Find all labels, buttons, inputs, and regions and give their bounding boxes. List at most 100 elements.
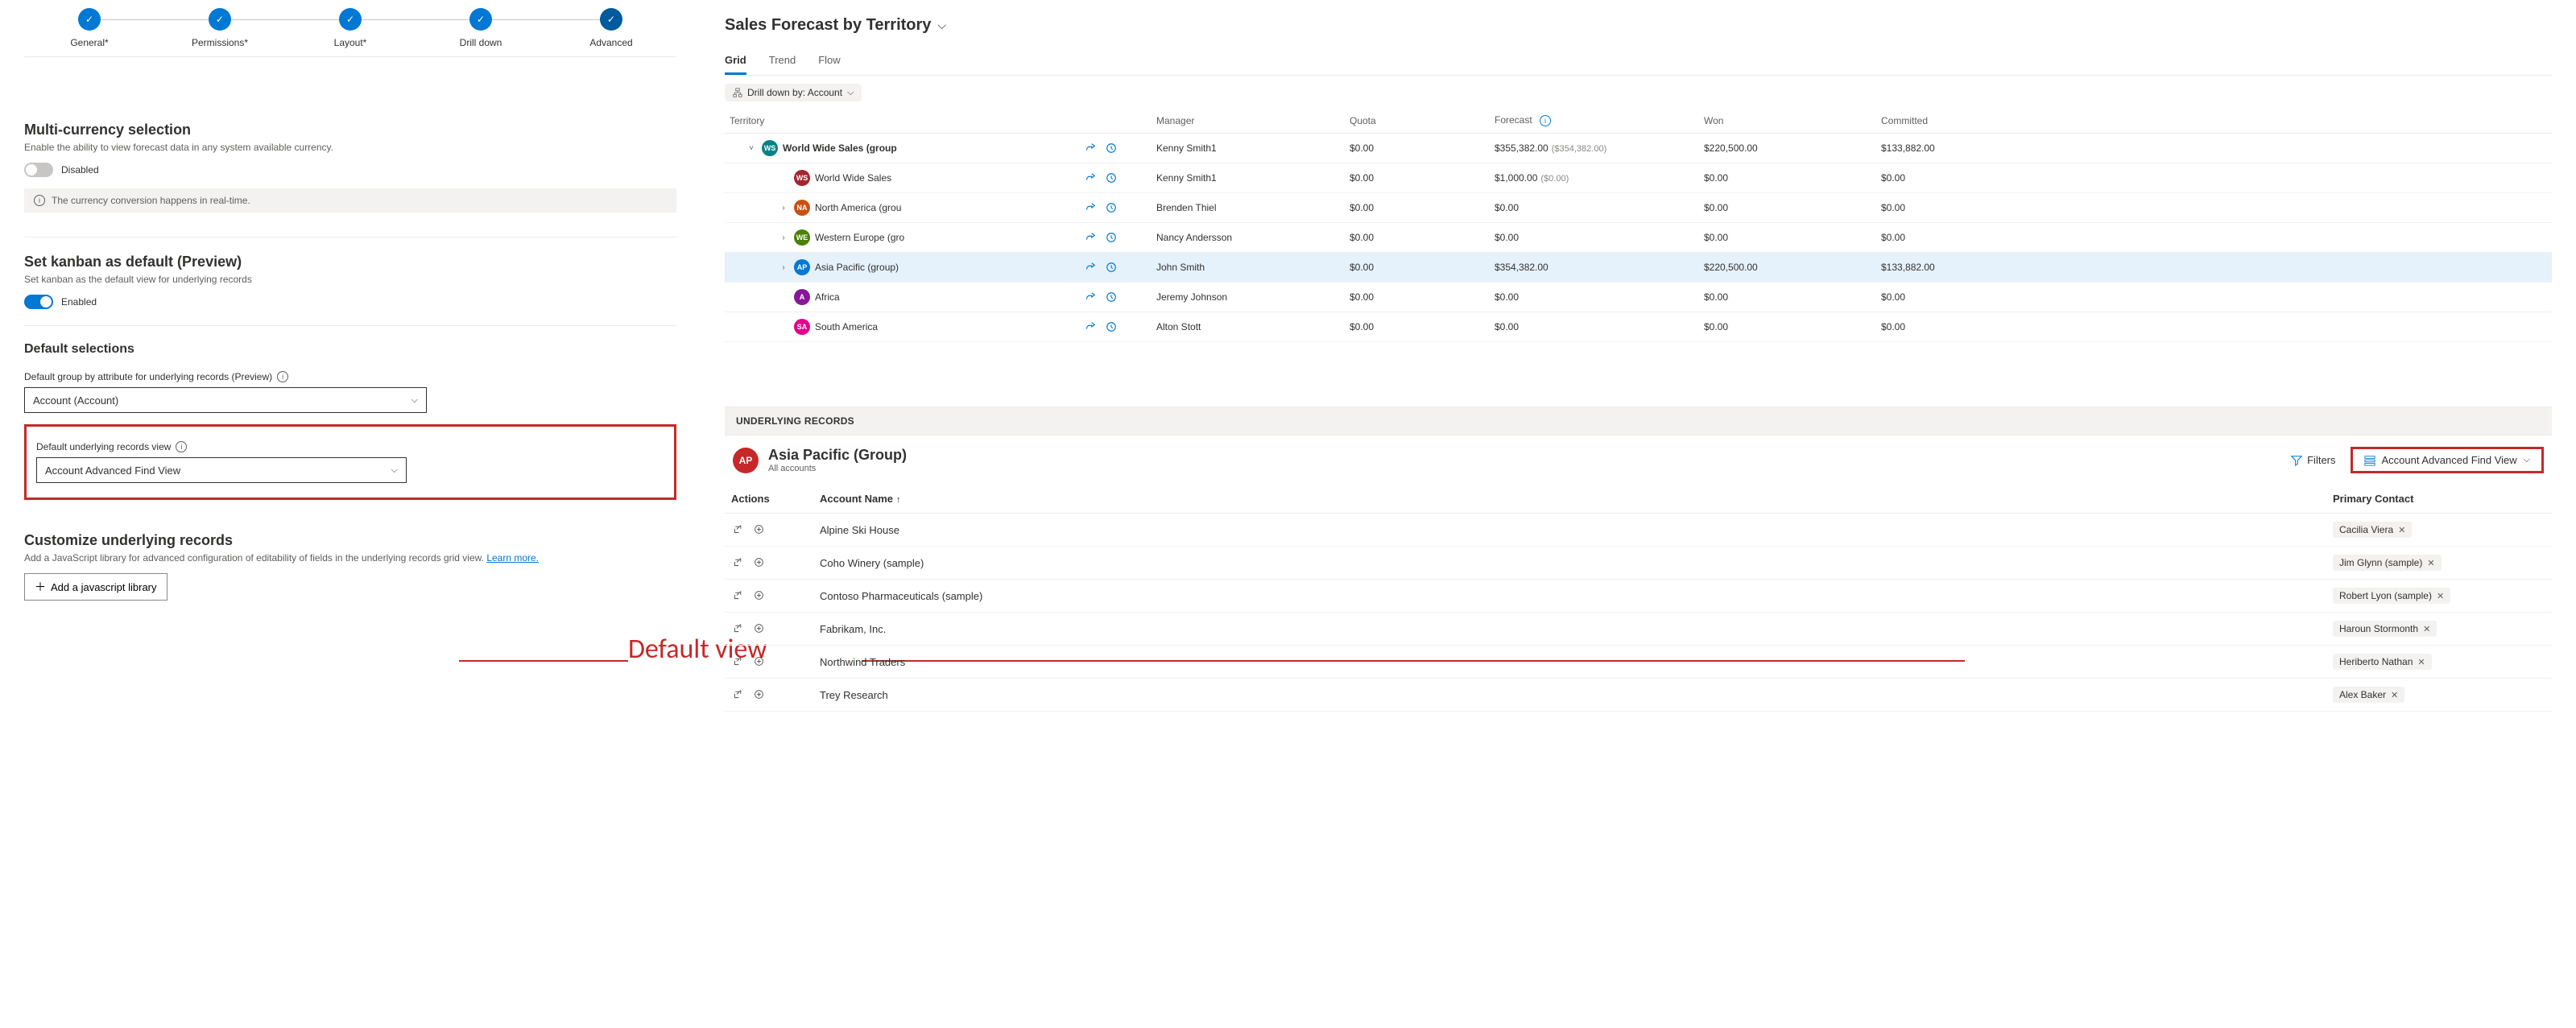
table-row[interactable]: SASouth AmericaAlton Stott$0.00$0.00$0.0… bbox=[725, 312, 2552, 342]
tab-grid[interactable]: Grid bbox=[725, 49, 746, 75]
table-row[interactable]: ›NANorth America (grouBrenden Thiel$0.00… bbox=[725, 193, 2552, 223]
add-icon[interactable] bbox=[753, 621, 766, 634]
pill-label: Drill down by: Account bbox=[747, 87, 842, 98]
table-row[interactable]: ›APAsia Pacific (group)John Smith$0.00$3… bbox=[725, 253, 2552, 283]
table-row[interactable]: ›WEWestern Europe (groNancy Andersson$0.… bbox=[725, 223, 2552, 253]
view-select-highlight[interactable]: Account Advanced Find View ⌵ bbox=[2351, 447, 2545, 473]
expand-icon[interactable]: › bbox=[778, 233, 789, 242]
open-icon[interactable] bbox=[731, 522, 744, 535]
tab-flow[interactable]: Flow bbox=[818, 49, 840, 75]
open-icon[interactable] bbox=[731, 555, 744, 568]
add-icon[interactable] bbox=[753, 555, 766, 568]
history-icon[interactable] bbox=[1105, 171, 1118, 184]
share-icon[interactable] bbox=[1084, 291, 1097, 303]
share-icon[interactable] bbox=[1084, 261, 1097, 274]
remove-icon[interactable]: ✕ bbox=[2417, 657, 2425, 667]
chevron-down-icon: ⌵ bbox=[2524, 455, 2530, 465]
chevron-down-icon: ⌵ bbox=[411, 395, 418, 406]
info-icon[interactable]: i bbox=[1540, 115, 1551, 126]
expand-icon[interactable]: ˅ bbox=[746, 144, 757, 153]
forecast-cell: $354,382.00 bbox=[1490, 253, 1699, 283]
history-icon[interactable] bbox=[1105, 261, 1118, 274]
learn-more-link[interactable]: Learn more. bbox=[486, 552, 539, 564]
step[interactable]: ✓Permissions* bbox=[155, 8, 285, 48]
info-icon[interactable]: i bbox=[277, 371, 288, 382]
table-row[interactable]: AAfricaJeremy Johnson$0.00$0.00$0.00$0.0… bbox=[725, 283, 2552, 312]
forecast-pane: Sales Forecast by Territory ⌵ GridTrendF… bbox=[701, 0, 2576, 1028]
open-icon[interactable] bbox=[731, 588, 744, 601]
forecast-cell: $0.00 bbox=[1490, 283, 1699, 312]
remove-icon[interactable]: ✕ bbox=[2427, 558, 2434, 568]
contact-chip[interactable]: Jim Glynn (sample)✕ bbox=[2333, 555, 2442, 571]
contact-chip[interactable]: Alex Baker✕ bbox=[2333, 687, 2404, 703]
records-table: Actions Account Name↑ Primary Contact Al… bbox=[725, 485, 2552, 712]
history-icon[interactable] bbox=[1105, 142, 1118, 155]
add-icon[interactable] bbox=[753, 687, 766, 700]
share-icon[interactable] bbox=[1084, 320, 1097, 333]
table-row[interactable]: Contoso Pharmaceuticals (sample)Robert L… bbox=[725, 580, 2552, 613]
step[interactable]: ✓Layout* bbox=[285, 8, 416, 48]
default-view-select[interactable]: Account Advanced Find View ⌵ bbox=[36, 457, 407, 483]
table-row[interactable]: Alpine Ski HouseCacilia Viera✕ bbox=[725, 514, 2552, 547]
info-icon[interactable]: i bbox=[176, 441, 187, 452]
committed-cell: $0.00 bbox=[1876, 163, 2552, 193]
chevron-down-icon: ⌵ bbox=[847, 88, 854, 98]
share-icon[interactable] bbox=[1084, 171, 1097, 184]
avatar: WS bbox=[762, 140, 778, 156]
col-account[interactable]: Account Name↑ bbox=[813, 485, 2326, 514]
remove-icon[interactable]: ✕ bbox=[2437, 591, 2444, 601]
share-icon[interactable] bbox=[1084, 231, 1097, 244]
step[interactable]: ✓Advanced bbox=[546, 8, 676, 48]
table-row[interactable]: WSWorld Wide SalesKenny Smith1$0.00$1,00… bbox=[725, 163, 2552, 193]
sort-up-icon: ↑ bbox=[896, 495, 901, 505]
drilldown-pill[interactable]: Drill down by: Account ⌵ bbox=[725, 84, 862, 101]
remove-icon[interactable]: ✕ bbox=[2423, 624, 2430, 634]
list-icon bbox=[2364, 455, 2375, 466]
share-icon[interactable] bbox=[1084, 142, 1097, 155]
history-icon[interactable] bbox=[1105, 291, 1118, 303]
history-icon[interactable] bbox=[1105, 320, 1118, 333]
open-icon[interactable] bbox=[731, 654, 744, 667]
contact-chip[interactable]: Cacilia Viera✕ bbox=[2333, 522, 2412, 538]
table-row[interactable]: ˅WSWorld Wide Sales (groupKenny Smith1$0… bbox=[725, 134, 2552, 163]
add-icon[interactable] bbox=[753, 522, 766, 535]
remove-icon[interactable]: ✕ bbox=[2391, 690, 2398, 700]
table-row[interactable]: Northwind Traders Heriberto Nathan✕ bbox=[725, 646, 2552, 679]
open-icon[interactable] bbox=[731, 687, 744, 700]
step[interactable]: ✓General* bbox=[24, 8, 155, 48]
chevron-down-icon[interactable]: ⌵ bbox=[937, 19, 946, 32]
table-row[interactable]: Fabrikam, Inc.Haroun Stormonth✕ bbox=[725, 613, 2552, 646]
groupby-select[interactable]: Account (Account) ⌵ bbox=[24, 387, 427, 413]
add-icon[interactable] bbox=[753, 588, 766, 601]
check-icon: ✓ bbox=[477, 14, 485, 25]
filters-button[interactable]: Filters bbox=[2291, 454, 2335, 466]
contact-chip[interactable]: Haroun Stormonth✕ bbox=[2333, 621, 2437, 637]
history-icon[interactable] bbox=[1105, 201, 1118, 214]
manager-cell: Nancy Andersson bbox=[1152, 223, 1345, 253]
contact-chip[interactable]: Heriberto Nathan✕ bbox=[2333, 654, 2432, 670]
contact-chip[interactable]: Robert Lyon (sample)✕ bbox=[2333, 588, 2450, 604]
annotation-line bbox=[459, 660, 628, 662]
step[interactable]: ✓Drill down bbox=[416, 8, 546, 48]
settings-pane: ✓General*✓Permissions*✓Layout*✓Drill dow… bbox=[0, 0, 701, 1028]
chevron-down-icon: ⌵ bbox=[391, 465, 398, 476]
share-icon[interactable] bbox=[1084, 201, 1097, 214]
add-js-library-button[interactable]: ＋ Add a javascript library bbox=[24, 573, 167, 601]
view-label: Account Advanced Find View bbox=[2382, 454, 2517, 466]
kanban-toggle[interactable] bbox=[24, 295, 53, 309]
filter-icon bbox=[2291, 455, 2302, 466]
col-contact: Primary Contact bbox=[2326, 485, 2552, 514]
expand-icon[interactable]: › bbox=[778, 204, 789, 213]
open-icon[interactable] bbox=[731, 621, 744, 634]
avatar: AP bbox=[733, 448, 759, 473]
remove-icon[interactable]: ✕ bbox=[2398, 525, 2405, 535]
history-icon[interactable] bbox=[1105, 231, 1118, 244]
table-row[interactable]: Trey ResearchAlex Baker✕ bbox=[725, 679, 2552, 712]
manager-cell: Brenden Thiel bbox=[1152, 193, 1345, 223]
tab-trend[interactable]: Trend bbox=[769, 49, 796, 75]
multi-currency-toggle[interactable] bbox=[24, 163, 53, 177]
expand-icon[interactable]: › bbox=[778, 263, 789, 272]
add-icon[interactable] bbox=[753, 654, 766, 667]
account-name: Northwind Traders bbox=[813, 646, 2326, 679]
table-row[interactable]: Coho Winery (sample)Jim Glynn (sample)✕ bbox=[725, 547, 2552, 580]
